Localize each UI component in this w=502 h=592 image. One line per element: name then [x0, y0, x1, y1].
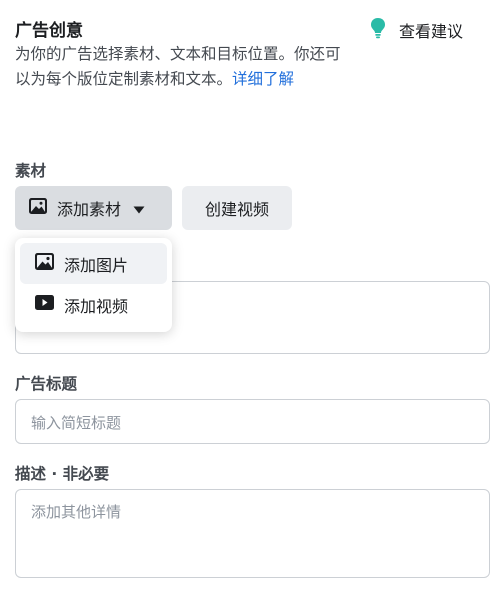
- headline-placeholder: 输入简短标题: [31, 414, 122, 432]
- description-label: 描述 · 非必要: [15, 465, 110, 483]
- media-label: 素材: [15, 162, 47, 180]
- section-title: 广告创意: [15, 21, 83, 41]
- section-description: 为你的广告选择素材、文本和目标位置。你还可以为每个版位定制素材和文本。详细了解: [15, 42, 345, 92]
- caret-down-icon: [133, 199, 145, 218]
- view-suggestions-label: 查看建议: [399, 22, 464, 41]
- menu-item-label: 添加图片: [64, 255, 129, 275]
- image-icon: [29, 198, 47, 218]
- video-icon: [35, 295, 54, 314]
- headline-label: 广告标题: [15, 375, 78, 393]
- menu-item-add-video[interactable]: 添加视频: [20, 284, 167, 325]
- description-placeholder: 添加其他详情: [31, 503, 122, 521]
- add-media-button[interactable]: 添加素材: [15, 186, 172, 230]
- view-suggestions-button[interactable]: 查看建议: [370, 17, 463, 43]
- menu-item-label: 添加视频: [64, 296, 129, 316]
- add-media-menu: 添加图片 添加视频: [15, 238, 172, 332]
- menu-item-add-image[interactable]: 添加图片: [20, 243, 167, 284]
- lightbulb-icon: [370, 17, 386, 43]
- create-video-button[interactable]: 创建视频: [182, 186, 292, 230]
- description-input[interactable]: 添加其他详情: [15, 489, 490, 578]
- add-media-label: 添加素材: [57, 200, 122, 219]
- headline-input[interactable]: 输入简短标题: [15, 399, 490, 444]
- image-icon: [35, 253, 54, 274]
- learn-more-link[interactable]: 详细了解: [232, 70, 294, 88]
